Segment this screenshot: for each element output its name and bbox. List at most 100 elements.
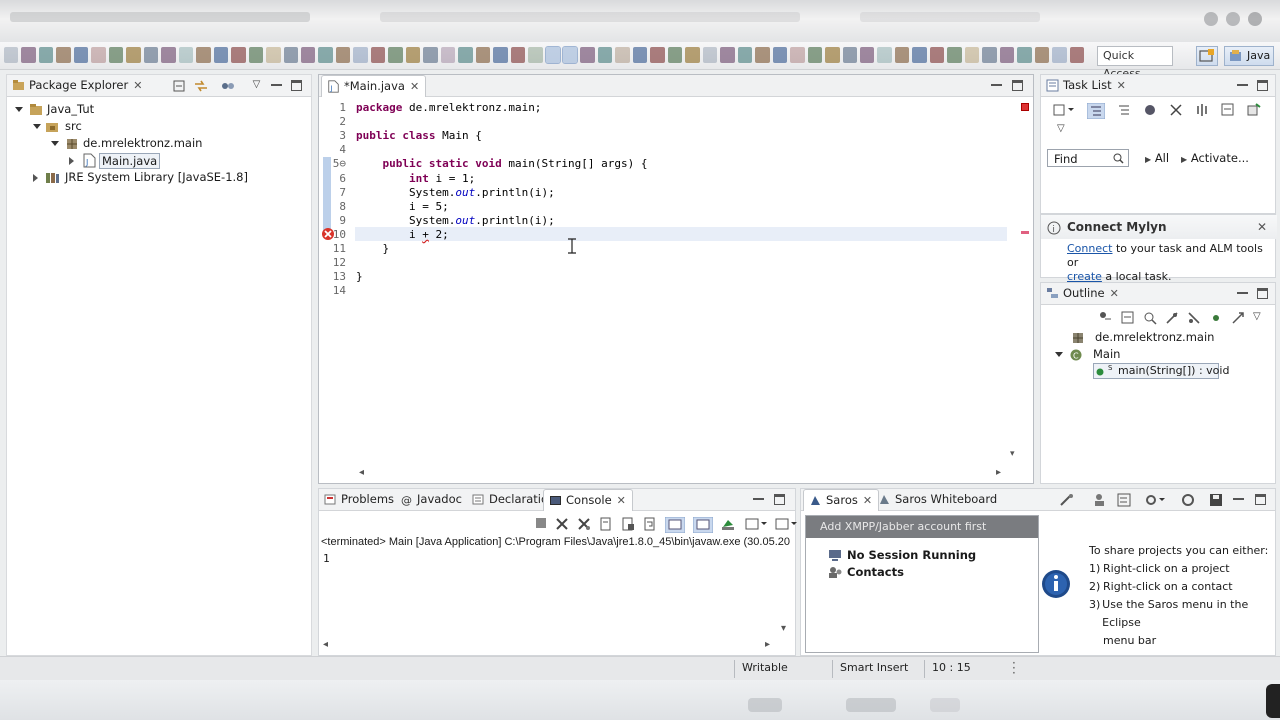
toolbar-action-icon[interactable] [807,47,823,63]
open-perspective-button[interactable] [1196,46,1218,66]
toolbar-action-icon[interactable] [737,47,753,63]
sort-icon[interactable] [1099,311,1113,325]
toolbar-action-icon[interactable] [405,47,421,63]
share-project-icon[interactable] [1117,493,1133,507]
close-icon[interactable]: ✕ [863,494,872,507]
toolbar-action-icon[interactable] [91,47,106,63]
task-find-input[interactable]: Find [1047,149,1129,167]
close-icon[interactable]: ✕ [1110,287,1119,300]
hide-local-types-icon[interactable] [1209,311,1223,325]
toolbar-action-icon[interactable] [964,47,980,63]
minimize-icon[interactable] [1237,80,1248,86]
scheduled-icon[interactable] [1117,103,1131,117]
toolbar-action-icon[interactable] [318,47,333,63]
connect-link[interactable]: Connect [1067,242,1112,255]
minimize-icon[interactable] [991,80,1002,86]
maximize-icon[interactable] [774,494,785,505]
toolbar-action-icon[interactable] [685,47,700,63]
remove-launch-icon[interactable] [555,517,569,531]
tab-console[interactable]: Console ✕ [543,489,633,511]
clear-console-icon[interactable] [599,517,613,531]
toolbar-action-icon[interactable] [528,47,543,63]
toolbar-action-icon[interactable] [859,47,875,63]
code-line[interactable]: } [356,242,389,255]
code-line[interactable]: public static void main(String[] args) { [356,157,648,170]
activate-task-link[interactable]: ▶ Activate... [1181,151,1249,165]
status-menu-icon[interactable]: · · · [1012,657,1016,679]
tab-task-list[interactable]: Task List ✕ [1041,75,1132,97]
toolbar-action-icon[interactable] [561,46,579,64]
toolbar-action-icon[interactable] [912,47,927,63]
toolbar-action-icon[interactable] [440,47,456,63]
toolbar-action-icon[interactable] [772,47,788,63]
toolbar-action-icon[interactable] [632,47,648,63]
toolbar-action-icon[interactable] [231,47,246,63]
hide-fields-icon[interactable] [1143,311,1157,325]
toolbar-action-icon[interactable] [720,47,735,63]
toolbar-action-icon[interactable] [702,47,718,63]
close-icon[interactable]: ✕ [1257,220,1267,234]
toolbar-action-icon[interactable] [615,47,630,63]
show-console-stderr-icon[interactable] [693,517,713,533]
maximize-icon[interactable] [291,80,302,91]
toolbar-action-icon[interactable] [929,47,945,63]
toolbar-action-icon[interactable] [300,47,316,63]
code-line[interactable]: System.out.println(i); [356,186,555,199]
toolbar-action-icon[interactable] [982,47,997,63]
toolbar-action-icon[interactable] [790,47,805,63]
view-menu-icon[interactable] [221,80,235,92]
view-menu-chevron-icon[interactable]: ▽ [1057,123,1065,134]
open-console-icon[interactable] [775,517,797,531]
collapse-all-icon[interactable] [173,80,186,93]
toolbar-action-icon[interactable] [475,47,491,63]
toolbar-action-icon[interactable] [510,47,526,63]
view-menu-chevron-icon[interactable]: ▽ [1253,311,1261,325]
collapse-all-icon[interactable] [1221,103,1235,117]
toolbar-action-icon[interactable] [667,47,683,63]
toolbar-action-icon[interactable] [248,47,264,63]
maximize-icon[interactable] [1257,80,1268,91]
toolbar-action-icon[interactable] [755,47,770,63]
link-with-editor-icon[interactable] [1231,311,1245,325]
toolbar-action-icon[interactable] [143,47,159,63]
minimize-icon[interactable] [1233,494,1244,500]
code-line[interactable]: i = 5; [356,200,449,213]
toolbar-action-icon[interactable] [544,46,562,64]
toolbar-action-icon[interactable] [388,47,403,63]
minimize-icon[interactable] [753,494,764,500]
toolbar-action-icon[interactable] [266,47,281,63]
toolbar-action-icon[interactable] [353,47,368,63]
toolbar-action-icon[interactable] [126,47,141,63]
toolbar-action-icon[interactable] [493,47,508,63]
word-wrap-icon[interactable] [643,517,657,531]
scroll-lock-icon[interactable] [621,517,635,531]
tab-saros[interactable]: Saros ✕ [803,489,880,511]
toolbar-action-icon[interactable] [370,47,386,63]
view-menu-chevron-icon[interactable]: ▽ [251,80,262,91]
code-line[interactable]: i + 2; [356,228,449,241]
toolbar-action-icon[interactable] [842,47,857,63]
toolbar-action-icon[interactable] [825,47,840,63]
window-controls[interactable] [1204,6,1264,36]
minimize-icon[interactable] [1237,288,1248,294]
maximize-icon[interactable] [1257,288,1268,299]
hide-completed-icon[interactable] [1169,103,1183,117]
toolbar-action-icon[interactable] [196,47,211,63]
code-line[interactable]: public class Main { [356,129,482,142]
toolbar-action-icon[interactable] [1052,47,1067,63]
toolbar-action-icon[interactable] [4,47,19,63]
terminate-icon[interactable] [535,517,547,529]
code-line[interactable]: int i = 1; [356,172,475,185]
all-tasks-link[interactable]: ▶ All [1145,151,1169,165]
close-icon[interactable]: ✕ [617,494,626,507]
code-line[interactable]: System.out.println(i); [356,214,555,227]
status-insert-mode[interactable]: Smart Insert [840,661,908,674]
toolbar-action-icon[interactable] [213,47,229,63]
maximize-icon[interactable] [1255,494,1266,505]
categorized-icon[interactable] [1087,103,1105,119]
code-line[interactable]: package de.mrelektronz.main; [356,101,541,114]
toolbar-action-icon[interactable] [161,47,176,63]
link-with-editor-icon[interactable] [193,79,209,93]
toolbar-action-icon[interactable] [423,47,438,63]
editor-vertical-scrollbar[interactable]: ▾ [1009,99,1021,465]
